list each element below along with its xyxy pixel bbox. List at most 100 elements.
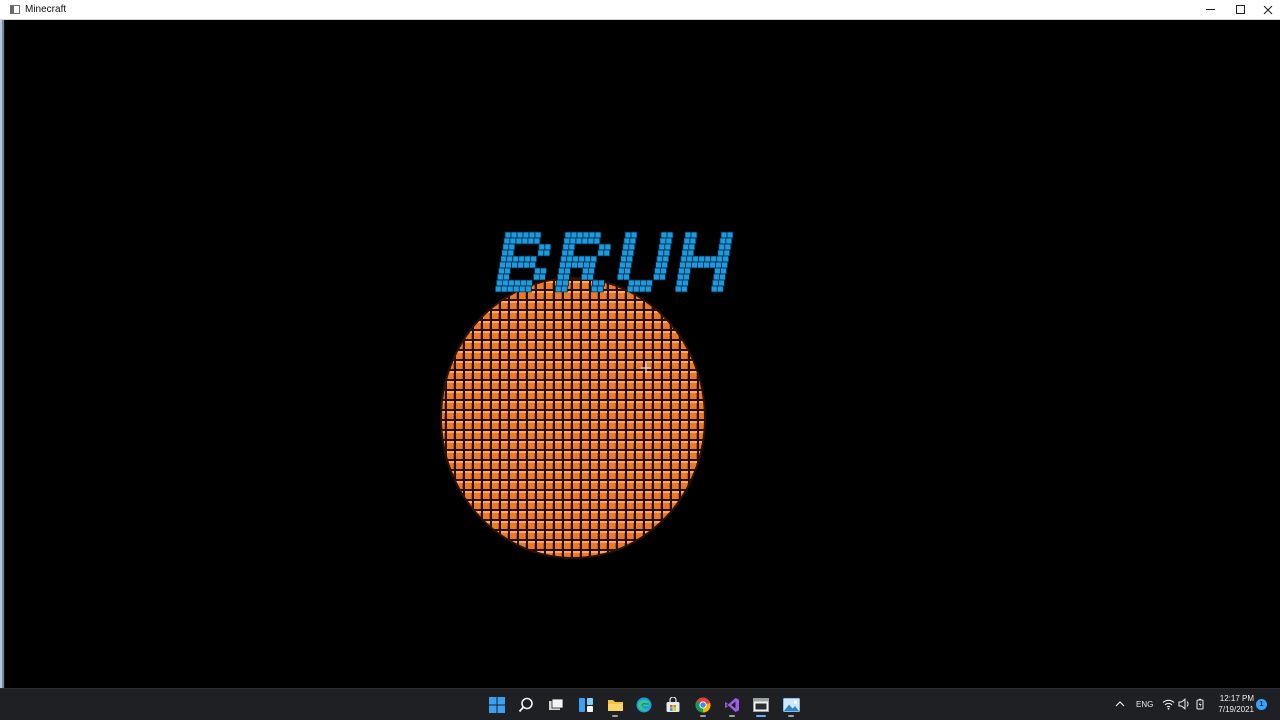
blue-voxel-block	[554, 285, 562, 293]
taskbar-visual-studio-button[interactable]	[718, 692, 746, 718]
blue-voxel-block	[583, 261, 590, 269]
blue-voxel-block	[581, 273, 588, 281]
blue-voxel-block	[507, 279, 515, 287]
volume-icon[interactable]	[1178, 698, 1191, 710]
blue-voxel-block	[575, 237, 583, 245]
blue-voxel-block	[508, 243, 516, 251]
blue-voxel-block	[721, 261, 728, 269]
blue-voxel-block	[501, 249, 509, 257]
close-button[interactable]	[1253, 0, 1280, 19]
clock-time: 12:17 PM	[1219, 694, 1254, 703]
blue-voxel-block	[680, 285, 688, 293]
chevron-up-icon[interactable]	[1114, 698, 1126, 710]
notification-badge[interactable]: 1	[1256, 699, 1267, 710]
blue-voxel-block	[496, 273, 504, 281]
blue-voxel-block	[640, 279, 647, 287]
blue-voxel-block	[533, 237, 541, 245]
blue-voxel-block	[618, 267, 625, 275]
blue-voxel-block	[504, 267, 511, 275]
photos-icon	[782, 698, 800, 712]
blue-voxel-block	[518, 255, 526, 263]
blue-voxel-block	[568, 243, 576, 251]
blue-voxel-block	[723, 249, 731, 257]
minecraft-window[interactable]: Minecraft	[0, 0, 1280, 688]
blue-voxel-block	[560, 285, 568, 293]
blue-voxel-block	[592, 279, 599, 287]
blue-voxel-block	[500, 285, 508, 293]
blue-voxel-block	[522, 231, 530, 239]
blue-voxel-block	[512, 285, 520, 293]
taskbar-photos-button[interactable]	[777, 692, 805, 718]
blue-voxel-block	[506, 285, 514, 293]
taskbar-clock[interactable]: 12:17 PM 7/19/2021	[1208, 693, 1254, 715]
task-view-icon	[549, 698, 564, 710]
blue-voxel-block	[506, 255, 514, 263]
blue-voxel-block	[494, 285, 502, 293]
blue-voxel-block	[518, 285, 526, 293]
wifi-icon[interactable]	[1162, 698, 1175, 710]
taskbar-start-button[interactable]	[483, 692, 511, 718]
bruh-voxel-text	[494, 231, 734, 293]
blue-voxel-block	[627, 249, 635, 257]
blue-voxel-block	[630, 231, 638, 239]
blue-voxel-block	[697, 261, 704, 269]
blue-voxel-block	[526, 279, 533, 287]
blue-voxel-block	[660, 231, 668, 239]
blue-voxel-block	[659, 273, 666, 281]
blue-voxel-block	[528, 231, 536, 239]
taskbar-edge-button[interactable]	[630, 692, 658, 718]
blue-voxel-block	[624, 267, 631, 275]
edge-icon	[636, 697, 652, 713]
blue-voxel-block	[691, 261, 698, 269]
blue-voxel-block	[529, 261, 536, 269]
blue-voxel-block	[515, 237, 523, 245]
blue-voxel-block	[718, 243, 726, 251]
blue-voxel-block	[713, 273, 720, 281]
blue-voxel-block	[709, 261, 716, 269]
blue-voxel-block	[658, 243, 666, 251]
blue-voxel-block	[654, 267, 661, 275]
blue-voxel-block	[656, 255, 664, 263]
blue-voxel-block	[511, 261, 519, 269]
taskbar-widgets-button[interactable]	[572, 692, 600, 718]
taskbar-chrome-button[interactable]	[689, 692, 717, 718]
blue-voxel-block	[680, 255, 688, 263]
minimize-button[interactable]	[1195, 0, 1225, 19]
blue-voxel-block	[646, 279, 653, 287]
blue-voxel-block	[626, 255, 634, 263]
blue-voxel-block	[719, 273, 726, 281]
blue-voxel-block	[503, 237, 511, 245]
blue-voxel-block	[682, 243, 690, 251]
orange-voxel-sphere	[440, 277, 706, 559]
blue-voxel-block	[527, 237, 535, 245]
blue-voxel-block	[524, 255, 532, 263]
blue-voxel-block	[582, 231, 590, 239]
running-indicator	[700, 715, 706, 717]
blue-voxel-block	[622, 243, 630, 251]
blue-voxel-block	[590, 255, 598, 263]
minimize-icon	[1205, 9, 1215, 10]
blue-voxel-block	[560, 255, 568, 263]
battery-icon[interactable]	[1194, 698, 1206, 710]
blue-voxel-block	[625, 261, 632, 269]
maximize-icon	[1235, 5, 1245, 14]
maximize-button[interactable]	[1225, 0, 1255, 19]
blue-voxel-block	[565, 261, 572, 269]
input-language-indicator[interactable]: ENG	[1136, 699, 1153, 711]
blue-voxel-block	[724, 243, 732, 251]
taskbar-file-explorer-button[interactable]	[601, 692, 629, 718]
blue-voxel-block	[509, 237, 517, 245]
taskbar-taskview-button[interactable]	[542, 692, 570, 718]
blue-voxel-block	[566, 255, 574, 263]
blue-voxel-block	[688, 243, 696, 251]
blue-voxel-block	[710, 285, 718, 293]
taskbar-minecraft-button[interactable]	[747, 692, 775, 718]
blue-voxel-block	[720, 231, 728, 239]
taskbar-search-button[interactable]	[512, 692, 540, 718]
blue-voxel-block	[588, 267, 595, 275]
window-titlebar[interactable]: Minecraft	[0, 0, 1280, 20]
blue-voxel-block	[589, 261, 596, 269]
blue-voxel-block	[584, 255, 592, 263]
game-viewport[interactable]	[5, 20, 1280, 688]
taskbar-store-button[interactable]	[659, 692, 687, 718]
